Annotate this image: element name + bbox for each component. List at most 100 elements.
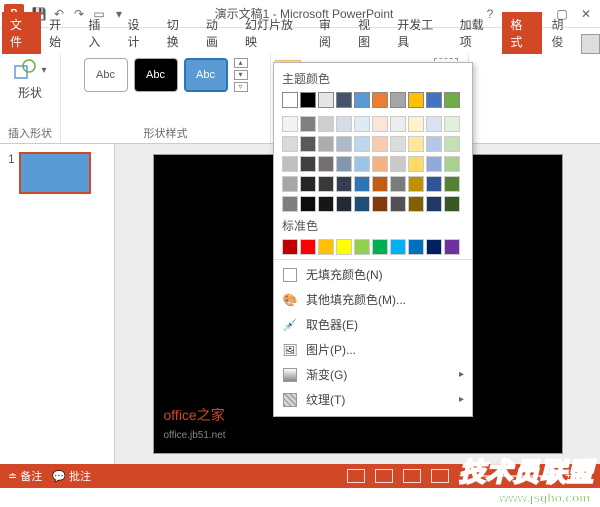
tab-design[interactable]: 设计 — [120, 12, 159, 54]
tab-insert[interactable]: 插入 — [80, 12, 119, 54]
color-swatch[interactable] — [318, 156, 334, 172]
color-swatch[interactable] — [282, 116, 298, 132]
color-swatch[interactable] — [390, 239, 406, 255]
notes-button[interactable]: ≐ 备注 — [8, 468, 42, 484]
color-swatch[interactable] — [354, 156, 370, 172]
color-swatch[interactable] — [300, 116, 316, 132]
tab-addins[interactable]: 加载项 — [452, 12, 503, 54]
gallery-expand[interactable]: ▴▾▿ — [234, 58, 248, 92]
color-swatch[interactable] — [372, 116, 388, 132]
color-swatch[interactable] — [426, 239, 442, 255]
tab-animations[interactable]: 动画 — [198, 12, 237, 54]
tab-view[interactable]: 视图 — [350, 12, 389, 54]
tab-format[interactable]: 格式 — [502, 12, 541, 54]
color-swatch[interactable] — [354, 92, 370, 108]
thumbnail-1[interactable]: 1 — [8, 152, 106, 194]
sorter-view-icon[interactable] — [375, 469, 393, 483]
tab-transitions[interactable]: 切换 — [159, 12, 198, 54]
color-swatch[interactable] — [318, 92, 334, 108]
color-swatch[interactable] — [282, 239, 298, 255]
eyedropper-option[interactable]: 💉 取色器(E) — [274, 312, 472, 337]
color-swatch[interactable] — [408, 136, 424, 152]
tab-developer[interactable]: 开发工具 — [389, 12, 451, 54]
color-swatch[interactable] — [354, 196, 370, 212]
color-swatch[interactable] — [390, 196, 406, 212]
color-swatch[interactable] — [318, 176, 334, 192]
color-swatch[interactable] — [390, 92, 406, 108]
color-swatch[interactable] — [300, 92, 316, 108]
color-swatch[interactable] — [408, 92, 424, 108]
color-swatch[interactable] — [354, 116, 370, 132]
reading-view-icon[interactable] — [403, 469, 421, 483]
color-swatch[interactable] — [426, 116, 442, 132]
color-swatch[interactable] — [408, 196, 424, 212]
color-swatch[interactable] — [336, 92, 352, 108]
color-swatch[interactable] — [426, 136, 442, 152]
color-swatch[interactable] — [408, 239, 424, 255]
color-swatch[interactable] — [282, 92, 298, 108]
color-swatch[interactable] — [390, 176, 406, 192]
color-swatch[interactable] — [354, 136, 370, 152]
color-swatch[interactable] — [318, 136, 334, 152]
color-swatch[interactable] — [372, 176, 388, 192]
color-swatch[interactable] — [300, 156, 316, 172]
color-swatch[interactable] — [300, 196, 316, 212]
color-swatch[interactable] — [426, 196, 442, 212]
color-swatch[interactable] — [372, 239, 388, 255]
color-swatch[interactable] — [444, 136, 460, 152]
color-swatch[interactable] — [336, 176, 352, 192]
color-swatch[interactable] — [390, 116, 406, 132]
picture-fill-option[interactable]: 🖼 图片(P)... — [274, 337, 472, 362]
tab-home[interactable]: 开始 — [41, 12, 80, 54]
normal-view-icon[interactable] — [347, 469, 365, 483]
color-swatch[interactable] — [372, 136, 388, 152]
color-swatch[interactable] — [426, 92, 442, 108]
color-swatch[interactable] — [300, 239, 316, 255]
color-swatch[interactable] — [336, 136, 352, 152]
color-swatch[interactable] — [408, 116, 424, 132]
tab-review[interactable]: 审阅 — [311, 12, 350, 54]
shapes-button[interactable]: ▾ — [13, 58, 46, 82]
tab-slideshow[interactable]: 幻灯片放映 — [237, 12, 311, 54]
color-swatch[interactable] — [300, 176, 316, 192]
color-swatch[interactable] — [318, 116, 334, 132]
user-name[interactable]: 胡俊 — [546, 12, 581, 54]
color-swatch[interactable] — [336, 239, 352, 255]
more-colors-option[interactable]: 🎨 其他填充颜色(M)... — [274, 287, 472, 312]
comments-button[interactable]: 💬 批注 — [52, 468, 91, 484]
color-swatch[interactable] — [336, 196, 352, 212]
color-swatch[interactable] — [390, 136, 406, 152]
no-fill-option[interactable]: 无填充颜色(N) — [274, 262, 472, 287]
slideshow-view-icon[interactable] — [431, 469, 449, 483]
style-option-2[interactable]: Abc — [134, 58, 178, 92]
color-swatch[interactable] — [426, 176, 442, 192]
color-swatch[interactable] — [372, 92, 388, 108]
color-swatch[interactable] — [444, 239, 460, 255]
color-swatch[interactable] — [282, 196, 298, 212]
color-swatch[interactable] — [408, 176, 424, 192]
color-swatch[interactable] — [372, 156, 388, 172]
color-swatch[interactable] — [426, 156, 442, 172]
texture-fill-option[interactable]: 纹理(T) ▸ — [274, 387, 472, 412]
color-swatch[interactable] — [354, 239, 370, 255]
color-swatch[interactable] — [282, 156, 298, 172]
color-swatch[interactable] — [444, 196, 460, 212]
gradient-fill-option[interactable]: 渐变(G) ▸ — [274, 362, 472, 387]
color-swatch[interactable] — [372, 196, 388, 212]
avatar[interactable] — [581, 34, 600, 54]
color-swatch[interactable] — [444, 156, 460, 172]
color-swatch[interactable] — [354, 176, 370, 192]
color-swatch[interactable] — [282, 136, 298, 152]
color-swatch[interactable] — [282, 176, 298, 192]
color-swatch[interactable] — [408, 156, 424, 172]
color-swatch[interactable] — [318, 239, 334, 255]
color-swatch[interactable] — [444, 116, 460, 132]
color-swatch[interactable] — [300, 136, 316, 152]
style-option-1[interactable]: Abc — [84, 58, 128, 92]
tab-file[interactable]: 文件 — [2, 12, 41, 54]
style-option-3[interactable]: Abc — [184, 58, 228, 92]
color-swatch[interactable] — [336, 116, 352, 132]
color-swatch[interactable] — [336, 156, 352, 172]
color-swatch[interactable] — [390, 156, 406, 172]
color-swatch[interactable] — [318, 196, 334, 212]
